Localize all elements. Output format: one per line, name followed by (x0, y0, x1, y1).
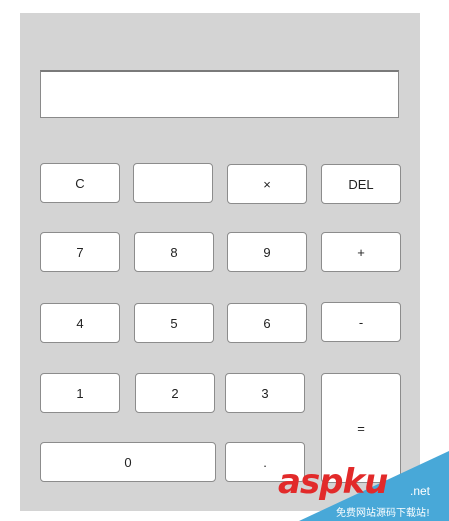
digit-0-button[interactable]: 0 (40, 442, 216, 482)
digit-5-button[interactable]: 5 (134, 303, 214, 343)
watermark-logo-accent: ku (342, 462, 389, 502)
digit-8-button[interactable]: 8 (134, 232, 214, 272)
digit-3-button[interactable]: 3 (225, 373, 305, 413)
watermark-logo-main: asp (278, 462, 344, 502)
digit-7-button[interactable]: 7 (40, 232, 120, 272)
digit-9-button[interactable]: 9 (227, 232, 307, 272)
digit-1-button[interactable]: 1 (40, 373, 120, 413)
digit-2-button[interactable]: 2 (135, 373, 215, 413)
watermark-logo: aspku (278, 462, 389, 502)
multiply-button[interactable]: × (227, 164, 307, 204)
plus-button[interactable]: + (321, 232, 401, 272)
watermark-domain-suffix: .net (410, 484, 431, 498)
delete-button[interactable]: DEL (321, 164, 401, 204)
minus-button[interactable]: - (321, 302, 401, 342)
digit-6-button[interactable]: 6 (227, 303, 307, 343)
watermark-subtitle: 免费网站源码下载站! (336, 508, 431, 519)
calculator-display[interactable] (40, 70, 399, 118)
watermark: aspku .net 免费网站源码下载站! (270, 448, 449, 521)
blank-button[interactable] (133, 163, 213, 203)
digit-4-button[interactable]: 4 (40, 303, 120, 343)
clear-button[interactable]: C (40, 163, 120, 203)
